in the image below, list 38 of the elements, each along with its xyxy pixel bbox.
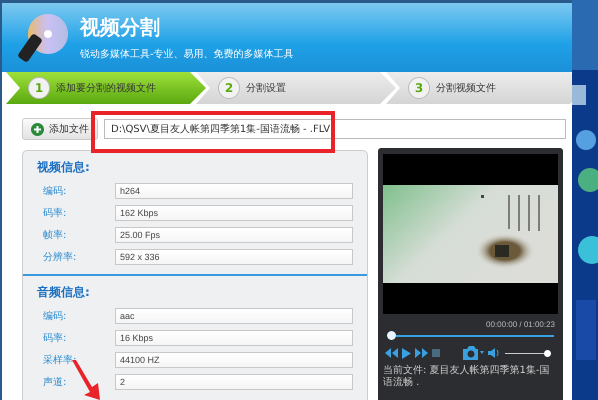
play-icon[interactable] — [402, 348, 411, 358]
file-path-field[interactable]: D:\QSV\夏目友人帐第四季第1集-国语流畅 - .FLV — [104, 119, 566, 139]
info-field: 25.00 Fps — [115, 227, 353, 243]
field-label: 分辨率: — [42, 250, 78, 264]
camera-icon[interactable] — [462, 346, 484, 360]
info-field: 44100 HZ — [115, 352, 353, 368]
app-title: 视频分割 — [80, 14, 161, 41]
field-label: 码率: — [42, 206, 68, 220]
section-heading: 视频信息: — [37, 159, 91, 176]
field-label: 码率: — [42, 332, 68, 345]
field-label: 编码: — [42, 184, 68, 198]
info-field: aac — [115, 308, 353, 324]
field-label: 帧率: — [42, 228, 68, 242]
step-tab[interactable]: 3 分割视频文件 — [386, 72, 572, 104]
plus-icon — [31, 122, 44, 136]
step-tab[interactable]: 2 分割设置 — [196, 72, 396, 104]
step-number: 3 — [408, 77, 430, 99]
section-heading: 音频信息: — [37, 284, 91, 301]
info-field: h264 — [115, 183, 353, 199]
app-subtitle: 锐动多媒体工具-专业、易用、免费的多媒体工具 — [80, 48, 294, 61]
fast-forward-icon[interactable] — [415, 348, 428, 358]
info-field: 162 Kbps — [115, 205, 353, 221]
add-file-button[interactable]: 添加文件 — [22, 118, 98, 140]
time-display: 00:00:00 / 01:00:23 — [485, 320, 555, 329]
current-file-text: 当前文件: 夏目友人帐第四季第1集-国语流畅 . — [383, 365, 551, 389]
rewind-icon[interactable] — [385, 348, 398, 358]
step-number: 2 — [218, 77, 240, 99]
info-field: 16 Kbps — [115, 330, 353, 346]
field-label: 声道: — [42, 376, 68, 389]
step-number: 1 — [28, 77, 50, 99]
field-label: 编码: — [42, 310, 68, 323]
info-field: 592 x 336 — [115, 249, 353, 265]
volume-icon[interactable] — [488, 348, 499, 358]
info-field: 2 — [115, 374, 353, 390]
volume-thumb[interactable] — [544, 350, 551, 356]
disc-logo-icon — [18, 12, 70, 64]
step-tab[interactable]: 1 添加要分割的视频文件 — [6, 72, 206, 104]
progress-thumb[interactable] — [387, 331, 396, 340]
